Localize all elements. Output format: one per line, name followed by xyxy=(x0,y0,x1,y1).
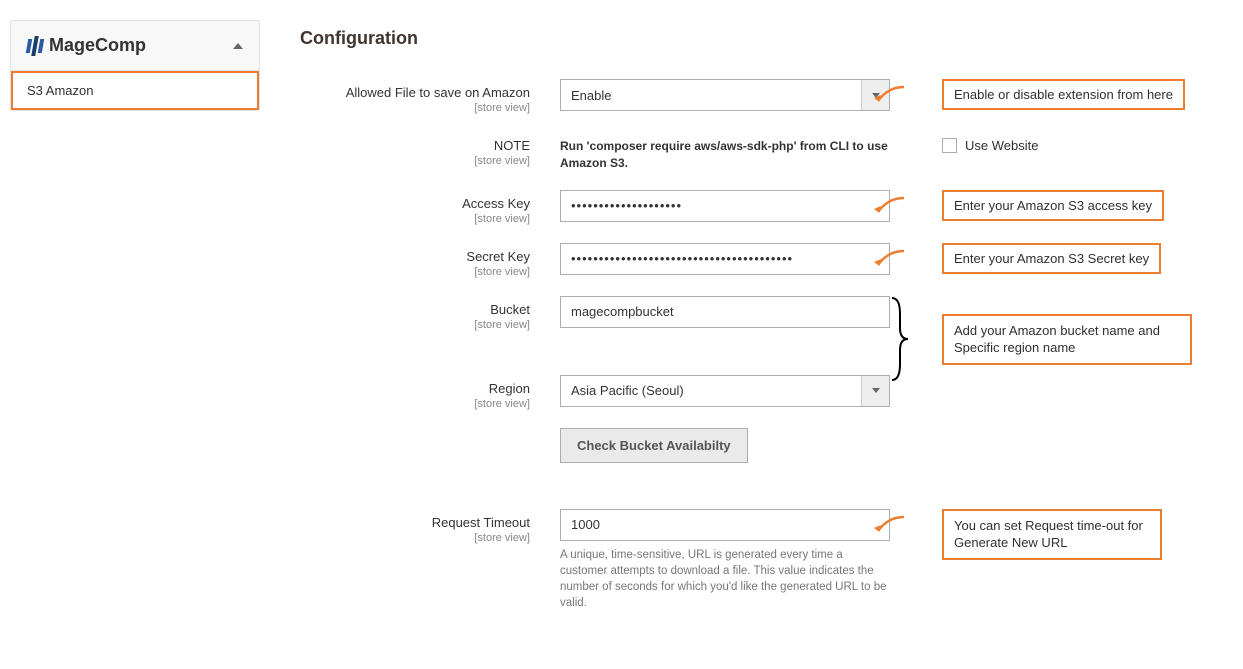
allowed-file-value: Enable xyxy=(561,88,621,103)
annotation-arrow-icon xyxy=(874,515,908,537)
scope-secret-key: [store view] xyxy=(300,266,530,278)
callout-timeout: You can set Request time-out for Generat… xyxy=(942,509,1162,560)
note-text: Run 'composer require aws/aws-sdk-php' f… xyxy=(560,132,890,172)
page-title: Configuration xyxy=(300,28,1243,49)
logo-icon xyxy=(27,36,43,56)
brand-label: MageComp xyxy=(49,35,146,56)
label-note: NOTE xyxy=(494,138,530,153)
scope-timeout: [store view] xyxy=(300,532,530,544)
callout-bucket-region: Add your Amazon bucket name and Specific… xyxy=(942,314,1192,365)
annotation-arrow-icon xyxy=(874,196,908,218)
bucket-input[interactable] xyxy=(560,296,890,328)
sidebar: MageComp S3 Amazon xyxy=(10,20,260,111)
scope-region: [store view] xyxy=(300,398,530,410)
annotation-arrow-icon xyxy=(874,85,908,107)
sidebar-section-header[interactable]: MageComp xyxy=(11,21,259,71)
chevron-up-icon xyxy=(233,43,243,49)
label-access-key: Access Key xyxy=(462,196,530,211)
scope-allowed: [store view] xyxy=(300,102,530,114)
use-website-label: Use Website xyxy=(965,138,1038,153)
allowed-file-select[interactable]: Enable xyxy=(560,79,890,111)
label-timeout: Request Timeout xyxy=(432,515,530,530)
sidebar-item-s3-amazon[interactable]: S3 Amazon xyxy=(11,71,259,110)
brand-logo: MageComp xyxy=(27,35,146,56)
scope-bucket: [store view] xyxy=(300,319,530,331)
scope-note: [store view] xyxy=(300,155,530,167)
label-allowed-file: Allowed File to save on Amazon xyxy=(346,85,530,100)
main-content: Configuration Allowed File to save on Am… xyxy=(290,20,1243,629)
region-value: Asia Pacific (Seoul) xyxy=(561,383,694,398)
check-bucket-button[interactable]: Check Bucket Availabilty xyxy=(560,428,748,463)
scope-access-key: [store view] xyxy=(300,213,530,225)
use-website-row[interactable]: Use Website xyxy=(942,132,1038,153)
brace-icon xyxy=(888,296,910,382)
label-bucket: Bucket xyxy=(490,302,530,317)
request-timeout-input[interactable] xyxy=(560,509,890,541)
access-key-input[interactable] xyxy=(560,190,890,222)
label-secret-key: Secret Key xyxy=(466,249,530,264)
callout-allowed: Enable or disable extension from here xyxy=(942,79,1185,110)
callout-access-key: Enter your Amazon S3 access key xyxy=(942,190,1164,221)
chevron-down-icon xyxy=(861,376,889,406)
region-select[interactable]: Asia Pacific (Seoul) xyxy=(560,375,890,407)
annotation-arrow-icon xyxy=(874,249,908,271)
secret-key-input[interactable] xyxy=(560,243,890,275)
label-region: Region xyxy=(489,381,530,396)
sidebar-item-label: S3 Amazon xyxy=(27,83,94,98)
use-website-checkbox[interactable] xyxy=(942,138,957,153)
callout-secret-key: Enter your Amazon S3 Secret key xyxy=(942,243,1161,274)
